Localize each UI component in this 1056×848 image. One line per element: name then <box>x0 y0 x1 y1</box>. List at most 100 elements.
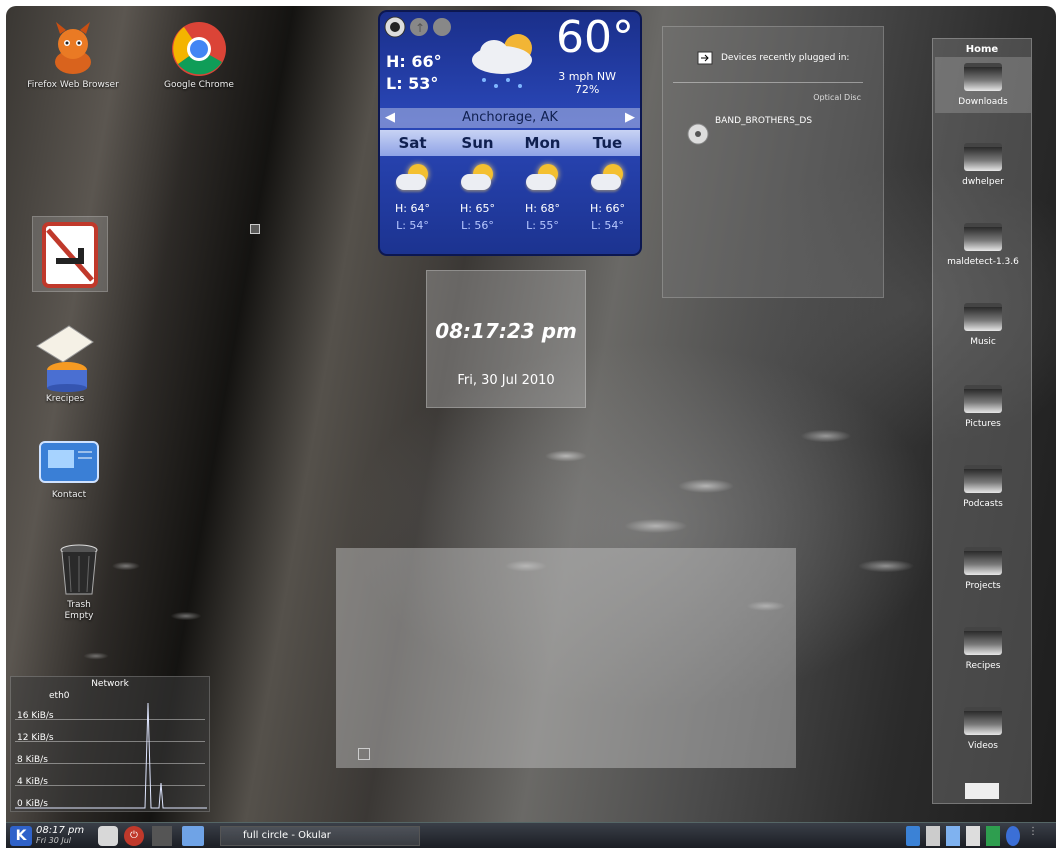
folder-item-pictures[interactable]: Pictures <box>933 385 1033 429</box>
forecast-days: Sat Sun Mon Tue <box>380 130 640 156</box>
weather-city: Anchorage, AK <box>462 110 558 125</box>
krecipes-icon <box>36 325 94 392</box>
network-tray-icon[interactable] <box>906 826 920 846</box>
folder-item-podcasts[interactable]: Podcasts <box>933 465 1033 509</box>
desktop-icon-blocked[interactable] <box>32 216 108 292</box>
desktop-icon-kontact[interactable]: Kontact <box>14 436 124 500</box>
weather-city-bar: ◀ Anchorage, AK ▶ <box>380 108 640 128</box>
taskbar-time: 08:17 pm <box>36 825 85 836</box>
taskbar-clock[interactable]: 08:17 pm Fri 30 Jul <box>36 826 96 846</box>
forecast-item: H: 68° L: 55° <box>510 160 575 232</box>
weather-wind: 3 mph NW 72% <box>558 70 616 96</box>
weather-controls: ↑ <box>384 16 451 38</box>
task-label: full circle - Okular <box>243 830 331 841</box>
folder-label: dwhelper <box>962 177 1004 187</box>
folder-label: Videos <box>968 741 998 751</box>
partly-cloudy-icon <box>459 162 497 196</box>
lock-screen-icon[interactable] <box>98 826 118 846</box>
notes-widget[interactable] <box>336 548 796 768</box>
prev-city-icon[interactable]: ◀ <box>385 108 395 128</box>
widget-handle-icon[interactable] <box>358 748 370 760</box>
taskbar-task-okular[interactable]: full circle - Okular <box>220 826 420 846</box>
folder-item-music[interactable]: Music <box>933 303 1033 347</box>
no-phone-icon <box>42 222 98 288</box>
cloudy-icon <box>524 162 562 196</box>
updates-tray-icon[interactable] <box>986 826 1000 846</box>
forecast-list: H: 64° L: 54° H: 65° L: 56° H: 68° L: 55… <box>380 160 640 232</box>
forecast-high: H: 66° <box>590 202 625 215</box>
forecast-day: Tue <box>592 134 623 152</box>
folder-item-videos[interactable]: Videos <box>933 707 1033 751</box>
device-item[interactable]: BAND_BROTHERS_DS <box>715 116 812 126</box>
clock-date: Fri, 30 Jul 2010 <box>457 373 555 388</box>
forecast-item: H: 64° L: 54° <box>380 160 445 232</box>
printer2-tray-icon[interactable] <box>966 826 980 846</box>
forecast-item: H: 66° L: 54° <box>575 160 640 232</box>
desktop-icon-label: Trash Empty <box>64 600 94 621</box>
widget-handle-icon[interactable] <box>250 224 260 234</box>
panel-toolbox-icon[interactable]: ⋮ <box>1026 826 1040 846</box>
device-icon <box>697 51 713 65</box>
weather-temperature: 60° <box>556 12 634 63</box>
taskbar-date: Fri 30 Jul <box>36 836 72 845</box>
folder-view-title: Home <box>965 44 999 55</box>
humidity: 72% <box>574 83 600 96</box>
kde-menu-icon[interactable]: K <box>10 826 32 846</box>
folder-item-downloads[interactable]: Downloads <box>935 57 1031 113</box>
forecast-low: L: 54° <box>396 219 429 232</box>
wind-speed: 3 mph NW <box>558 70 616 83</box>
firefox-icon <box>55 22 91 74</box>
network-monitor[interactable]: Network eth0 16 KiB/s 12 KiB/s 8 KiB/s 4… <box>10 676 210 812</box>
folder-label: Recipes <box>965 661 1001 671</box>
desktop-icon-label: Krecipes <box>45 394 85 404</box>
power-icon[interactable]: ⏻ <box>124 826 144 846</box>
folder-item-dwhelper[interactable]: dwhelper <box>933 143 1033 187</box>
rain-cloud-icon <box>472 34 532 88</box>
desktop-icon-label: Google Chrome <box>164 80 234 90</box>
folder-icon <box>964 385 1002 413</box>
show-desktop-icon[interactable] <box>182 826 204 846</box>
clock-time: 08:17:23 pm <box>435 319 577 343</box>
trash-icon <box>60 544 98 595</box>
optical-disc-label: Optical Disc <box>813 93 861 102</box>
forecast-low: L: 54° <box>591 219 624 232</box>
desktop-icon-trash[interactable]: Trash Empty <box>24 542 134 622</box>
folder-item-maldetect[interactable]: maldetect-1.3.6 <box>933 223 1033 267</box>
clipboard-tray-icon[interactable] <box>926 826 940 846</box>
volume-tray-icon[interactable] <box>1006 826 1020 846</box>
folder-label: Downloads <box>958 97 1008 107</box>
desktop-icon-firefox[interactable]: Firefox Web Browser <box>18 20 128 90</box>
desktop-icon-label: Firefox Web Browser <box>27 80 119 90</box>
folder-icon <box>964 547 1002 575</box>
forecast-high: H: 68° <box>525 202 560 215</box>
forecast-day: Sun <box>461 134 494 152</box>
desktop-icon-krecipes[interactable]: Krecipes <box>10 322 120 404</box>
disc-icon <box>687 123 709 145</box>
chrome-icon <box>172 22 226 76</box>
folder-icon <box>964 627 1002 655</box>
folder-item-recipes[interactable]: Recipes <box>933 627 1033 671</box>
forecast-low: L: 56° <box>461 219 494 232</box>
network-title: Network <box>91 679 129 689</box>
folder-icon <box>964 143 1002 171</box>
forecast-day: Mon <box>524 134 561 152</box>
folder-icon <box>964 707 1002 735</box>
forecast-high: H: 65° <box>460 202 495 215</box>
clock-widget[interactable]: 08:17:23 pm Fri, 30 Jul 2010 <box>426 270 586 408</box>
desktop-icon-chrome[interactable]: Google Chrome <box>144 20 254 90</box>
printer-tray-icon[interactable] <box>946 826 960 846</box>
file-icon[interactable] <box>965 783 999 799</box>
weather-widget[interactable]: ↑ H: 66° L: 53° 60° 3 mph NW 72% ◀ Ancho… <box>378 10 642 256</box>
device-notifier[interactable]: Devices recently plugged in: Optical Dis… <box>662 26 884 298</box>
next-city-icon[interactable]: ▶ <box>625 108 635 128</box>
folder-item-projects[interactable]: Projects <box>933 547 1033 591</box>
divider <box>673 82 863 83</box>
forecast-day: Sat <box>398 134 427 152</box>
folder-label: Podcasts <box>963 499 1003 509</box>
forecast-low: L: 55° <box>526 219 559 232</box>
weather-high: H: 66° <box>386 52 442 71</box>
folder-label: Pictures <box>965 419 1001 429</box>
forecast-high: H: 64° <box>395 202 430 215</box>
trash-applet-icon[interactable] <box>152 826 172 846</box>
home-folder-view[interactable]: Home Downloads dwhelper maldetect-1.3.6 … <box>932 38 1032 804</box>
